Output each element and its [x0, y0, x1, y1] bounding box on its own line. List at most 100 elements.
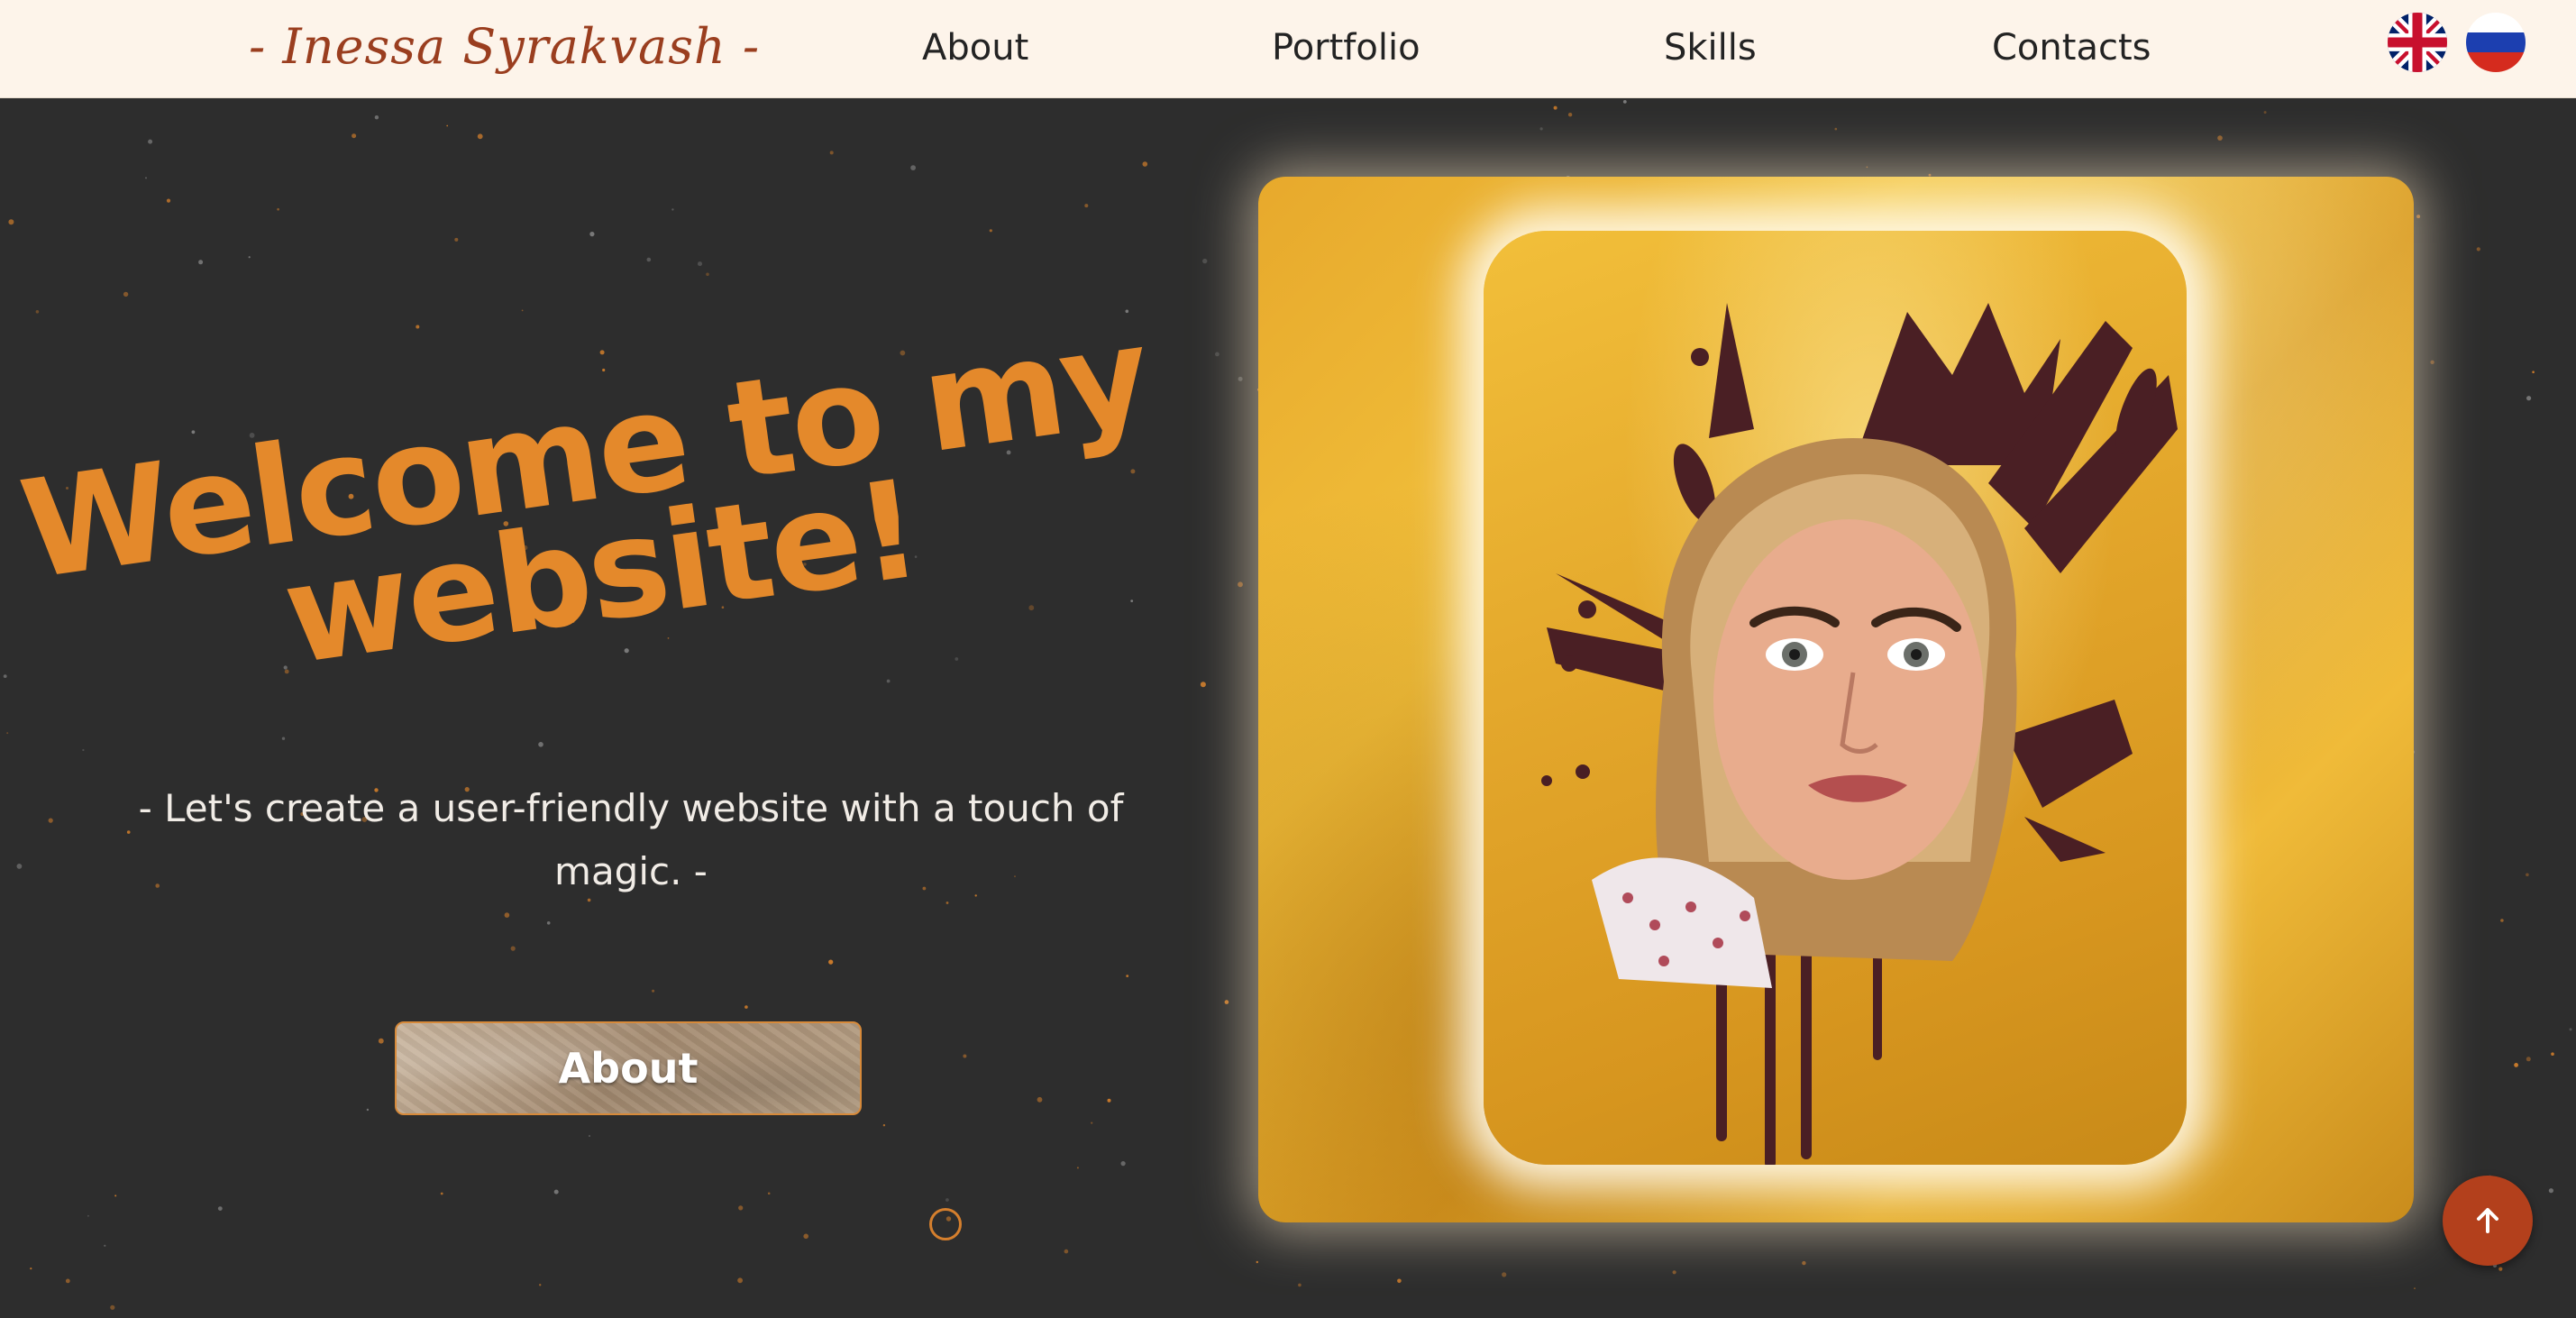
star-dot — [589, 1135, 590, 1137]
star-dot — [1238, 376, 1243, 381]
star-dot — [553, 1189, 559, 1194]
star-dot — [2569, 1028, 2572, 1031]
star-dot — [2263, 111, 2267, 114]
star-dot — [1130, 600, 1134, 602]
star-dot — [48, 818, 53, 823]
portrait-illustration — [1541, 303, 2178, 1165]
page: - Inessa Syrakvash - About Portfolio Ski… — [0, 0, 2576, 1318]
star-dot — [16, 864, 23, 869]
star-dot — [2498, 1267, 2503, 1271]
star-dot — [1215, 352, 1219, 357]
hero-subtitle: - Let's create a user-friendly website w… — [108, 777, 1154, 903]
star-dot — [114, 1194, 117, 1197]
star-dot — [104, 1244, 106, 1247]
star-dot — [989, 229, 992, 233]
star-dot — [652, 989, 655, 993]
hero-subtitle-line-1: - Let's create a user-friendly website w… — [138, 786, 1124, 830]
star-dot — [1202, 258, 1208, 264]
star-dot — [2217, 135, 2223, 141]
about-button[interactable]: About — [395, 1021, 862, 1115]
star-dot — [698, 261, 702, 267]
star-dot — [2500, 919, 2504, 922]
star-dot — [3, 674, 7, 678]
site-header: - Inessa Syrakvash - About Portfolio Ski… — [0, 0, 2576, 98]
russia-flag-icon[interactable] — [2466, 13, 2526, 72]
star-dot — [2476, 247, 2480, 252]
star-dot — [1064, 1249, 1069, 1254]
star-dot — [2430, 360, 2434, 364]
star-dot — [277, 207, 279, 211]
star-dot — [599, 350, 605, 355]
star-dot — [374, 115, 379, 120]
star-dot — [477, 133, 483, 140]
star-dot — [378, 1038, 384, 1044]
star-dot — [1834, 127, 1838, 131]
star-dot — [2526, 396, 2532, 401]
star-dot — [767, 1192, 771, 1195]
star-dot — [521, 309, 524, 312]
star-dot — [510, 946, 516, 951]
star-dot — [281, 737, 286, 740]
star-dot — [1238, 581, 1243, 588]
star-dot — [30, 1268, 32, 1270]
star-dot — [1866, 166, 1868, 169]
uk-flag-icon[interactable] — [2388, 13, 2447, 72]
star-dot — [744, 1005, 748, 1009]
star-dot — [2532, 371, 2535, 374]
star-dot — [35, 310, 40, 314]
star-dot — [1224, 1000, 1229, 1004]
star-dot — [248, 256, 251, 259]
star-dot — [706, 272, 709, 277]
about-button-label: About — [558, 1044, 699, 1093]
scroll-top-button[interactable] — [2443, 1176, 2533, 1266]
nav-portfolio[interactable]: Portfolio — [1272, 27, 1420, 69]
star-dot — [148, 139, 153, 144]
star-dot — [538, 742, 544, 747]
star-dot — [2526, 1057, 2531, 1062]
star-dot — [1120, 1161, 1126, 1167]
star-dot — [440, 1192, 443, 1195]
star-dot — [539, 1284, 542, 1286]
star-dot — [454, 237, 459, 242]
star-dot — [737, 1277, 743, 1284]
star-dot — [366, 1108, 370, 1112]
star-dot — [6, 732, 9, 735]
star-dot — [1567, 113, 1573, 117]
nav-contacts[interactable]: Contacts — [1992, 27, 2151, 69]
star-dot — [8, 219, 14, 225]
star-dot — [82, 748, 85, 752]
star-dot — [546, 921, 551, 925]
star-dot — [1126, 975, 1129, 977]
star-dot — [2416, 215, 2421, 219]
star-dot — [110, 1304, 115, 1310]
star-dot — [2526, 873, 2529, 877]
star-dot — [1672, 1270, 1676, 1275]
star-dot — [1298, 1283, 1302, 1287]
scroll-indicator-dot[interactable] — [929, 1208, 962, 1240]
star-dot — [145, 177, 147, 179]
star-dot — [882, 1124, 886, 1127]
nav-skills[interactable]: Skills — [1664, 27, 1757, 69]
star-dot — [1502, 1272, 1507, 1277]
star-dot — [963, 1054, 967, 1058]
hero-subtitle-line-2: magic. - — [554, 849, 708, 893]
star-dot — [123, 291, 129, 297]
star-dot — [1091, 1121, 1093, 1124]
star-dot — [1028, 605, 1035, 611]
star-dot — [1622, 100, 1627, 104]
star-dot — [352, 133, 357, 139]
star-dot — [910, 165, 916, 170]
star-dot — [1397, 1278, 1402, 1284]
star-dot — [198, 260, 204, 265]
star-dot — [828, 959, 834, 965]
star-dot — [671, 208, 674, 211]
star-dot — [504, 912, 510, 918]
star-dot — [446, 124, 449, 127]
star-dot — [1256, 1260, 1259, 1264]
site-logo[interactable]: - Inessa Syrakvash - — [249, 18, 760, 75]
star-dot — [1200, 682, 1206, 688]
star-dot — [2514, 1063, 2519, 1067]
nav-about[interactable]: About — [922, 27, 1028, 69]
star-dot — [2551, 1052, 2554, 1056]
star-dot — [1539, 127, 1543, 131]
